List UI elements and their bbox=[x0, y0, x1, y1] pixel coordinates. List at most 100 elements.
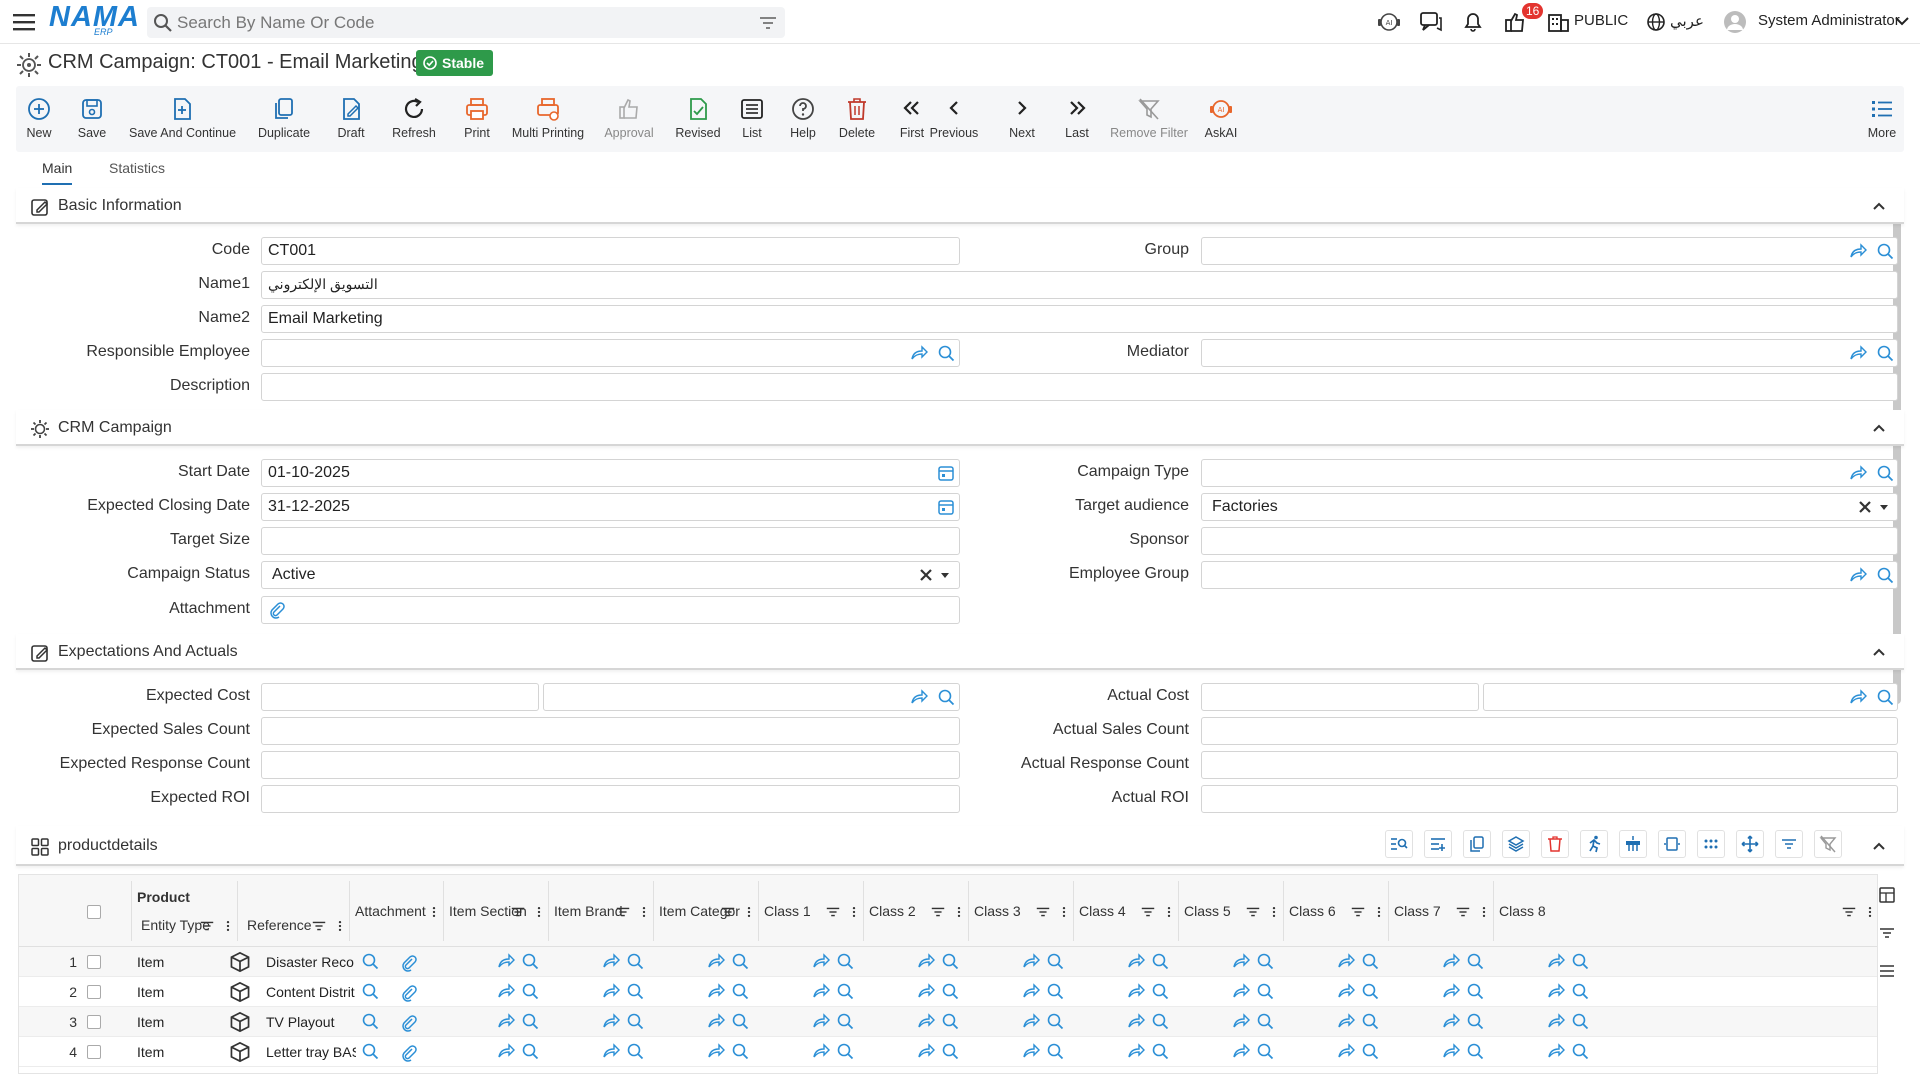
select-all-checkbox[interactable] bbox=[87, 905, 101, 919]
open-link-icon[interactable] bbox=[602, 1012, 620, 1030]
chevron-up-icon[interactable] bbox=[1872, 840, 1886, 852]
entity-type-cell[interactable]: Item bbox=[137, 1014, 197, 1030]
reference-cell[interactable]: Disaster Reco bbox=[266, 954, 356, 970]
lookup-search-icon[interactable] bbox=[1876, 566, 1894, 584]
tab-statistics[interactable]: Statistics bbox=[109, 160, 165, 183]
lookup-search-icon[interactable] bbox=[1151, 982, 1169, 1000]
column-menu-dots-icon[interactable] bbox=[333, 918, 347, 934]
column-menu-dots-icon[interactable] bbox=[1267, 904, 1281, 920]
column-separator[interactable] bbox=[1283, 881, 1284, 941]
open-link-icon[interactable] bbox=[917, 952, 935, 970]
start-date-field[interactable]: 01-10-2025 bbox=[261, 459, 960, 487]
section-basic-information[interactable]: Basic Information bbox=[16, 188, 1904, 224]
paperclip-icon[interactable] bbox=[400, 954, 418, 972]
lookup-search-icon[interactable] bbox=[1256, 1042, 1274, 1060]
lookup-search-icon[interactable] bbox=[937, 688, 955, 706]
lookup-search-icon[interactable] bbox=[1466, 1012, 1484, 1030]
expected-roi-field[interactable] bbox=[261, 785, 960, 813]
grid-layers-button[interactable] bbox=[1502, 830, 1530, 858]
open-link-icon[interactable] bbox=[1849, 566, 1867, 584]
open-link-icon[interactable] bbox=[917, 982, 935, 1000]
open-link-icon[interactable] bbox=[1127, 982, 1145, 1000]
calendar-icon[interactable] bbox=[937, 464, 955, 482]
table-row[interactable]: 2 Item Content Distrit bbox=[19, 977, 1877, 1007]
grid-dots-button[interactable] bbox=[1697, 830, 1725, 858]
column-filter-icon[interactable] bbox=[615, 904, 631, 920]
responsible-employee-field[interactable] bbox=[261, 339, 960, 367]
lookup-search-icon[interactable] bbox=[1876, 464, 1894, 482]
open-link-icon[interactable] bbox=[917, 1012, 935, 1030]
open-link-icon[interactable] bbox=[1849, 464, 1867, 482]
column-filter-icon[interactable] bbox=[1455, 904, 1471, 920]
column-menu-dots-icon[interactable] bbox=[221, 918, 235, 934]
delete-button[interactable]: Delete bbox=[837, 86, 877, 152]
caret-down-icon[interactable] bbox=[939, 570, 951, 580]
column-filter-icon[interactable] bbox=[199, 918, 215, 934]
column-menu-dots-icon[interactable] bbox=[427, 904, 441, 920]
chevron-up-icon[interactable] bbox=[1872, 422, 1886, 434]
lookup-search-icon[interactable] bbox=[1046, 1042, 1064, 1060]
chat-icon[interactable] bbox=[1418, 10, 1444, 34]
column-separator[interactable] bbox=[548, 881, 549, 941]
actual-response-count-field[interactable] bbox=[1201, 751, 1898, 779]
grid-copy-button[interactable] bbox=[1463, 830, 1491, 858]
open-link-icon[interactable] bbox=[812, 982, 830, 1000]
approval-button[interactable]: Approval bbox=[587, 86, 671, 152]
search-input[interactable] bbox=[177, 7, 737, 38]
open-link-icon[interactable] bbox=[497, 982, 515, 1000]
open-link-icon[interactable] bbox=[1127, 1012, 1145, 1030]
lookup-search-icon[interactable] bbox=[1571, 952, 1589, 970]
lookup-search-icon[interactable] bbox=[1361, 1042, 1379, 1060]
row-checkbox[interactable] bbox=[87, 1045, 101, 1059]
chevron-up-icon[interactable] bbox=[1872, 200, 1886, 212]
paperclip-icon[interactable] bbox=[400, 1014, 418, 1032]
column-filter-icon[interactable] bbox=[1350, 904, 1366, 920]
lookup-search-icon[interactable] bbox=[731, 952, 749, 970]
open-link-icon[interactable] bbox=[1337, 1012, 1355, 1030]
open-link-icon[interactable] bbox=[910, 344, 928, 362]
open-link-icon[interactable] bbox=[1547, 982, 1565, 1000]
lookup-search-icon[interactable] bbox=[1256, 1012, 1274, 1030]
open-link-icon[interactable] bbox=[910, 688, 928, 706]
grid-move-button[interactable] bbox=[1736, 830, 1764, 858]
lookup-search-icon[interactable] bbox=[626, 952, 644, 970]
open-link-icon[interactable] bbox=[1022, 1042, 1040, 1060]
column-separator[interactable] bbox=[758, 881, 759, 941]
column-header[interactable]: Class 2 bbox=[869, 903, 916, 919]
open-link-icon[interactable] bbox=[1022, 1012, 1040, 1030]
column-separator[interactable] bbox=[1178, 881, 1179, 941]
entity-type-cell[interactable]: Item bbox=[137, 984, 197, 1000]
calendar-icon[interactable] bbox=[937, 498, 955, 516]
lookup-search-icon[interactable] bbox=[626, 982, 644, 1000]
column-filter-icon[interactable] bbox=[1140, 904, 1156, 920]
open-link-icon[interactable] bbox=[1849, 242, 1867, 260]
column-header[interactable]: Class 4 bbox=[1079, 903, 1126, 919]
lookup-search-icon[interactable] bbox=[836, 1042, 854, 1060]
column-separator[interactable] bbox=[1073, 881, 1074, 941]
open-link-icon[interactable] bbox=[1849, 344, 1867, 362]
column-filter-icon[interactable] bbox=[1841, 904, 1857, 920]
column-menu-dots-icon[interactable] bbox=[1162, 904, 1176, 920]
lookup-search-icon[interactable] bbox=[626, 1042, 644, 1060]
grid-insert-column-button[interactable] bbox=[1619, 830, 1647, 858]
column-menu-dots-icon[interactable] bbox=[952, 904, 966, 920]
lookup-search-icon[interactable] bbox=[1151, 1012, 1169, 1030]
tab-main[interactable]: Main bbox=[42, 160, 73, 185]
name1-field[interactable]: التسويق الإلكتروني bbox=[261, 271, 1898, 299]
actual-cost-currency-field[interactable] bbox=[1483, 683, 1898, 711]
lookup-search-icon[interactable] bbox=[361, 952, 379, 970]
lookup-search-icon[interactable] bbox=[836, 1012, 854, 1030]
column-menu-icon[interactable] bbox=[1878, 962, 1896, 980]
open-link-icon[interactable] bbox=[1547, 952, 1565, 970]
language-switch[interactable]: عربي bbox=[1670, 12, 1704, 30]
save-button[interactable]: Save bbox=[75, 86, 109, 152]
column-filter-icon[interactable] bbox=[825, 904, 841, 920]
open-link-icon[interactable] bbox=[1232, 1042, 1250, 1060]
column-menu-dots-icon[interactable] bbox=[637, 904, 651, 920]
open-link-icon[interactable] bbox=[602, 952, 620, 970]
column-menu-dots-icon[interactable] bbox=[742, 904, 756, 920]
lookup-search-icon[interactable] bbox=[1151, 952, 1169, 970]
open-link-icon[interactable] bbox=[1127, 1042, 1145, 1060]
lookup-search-icon[interactable] bbox=[1571, 1042, 1589, 1060]
column-separator[interactable] bbox=[237, 881, 238, 941]
